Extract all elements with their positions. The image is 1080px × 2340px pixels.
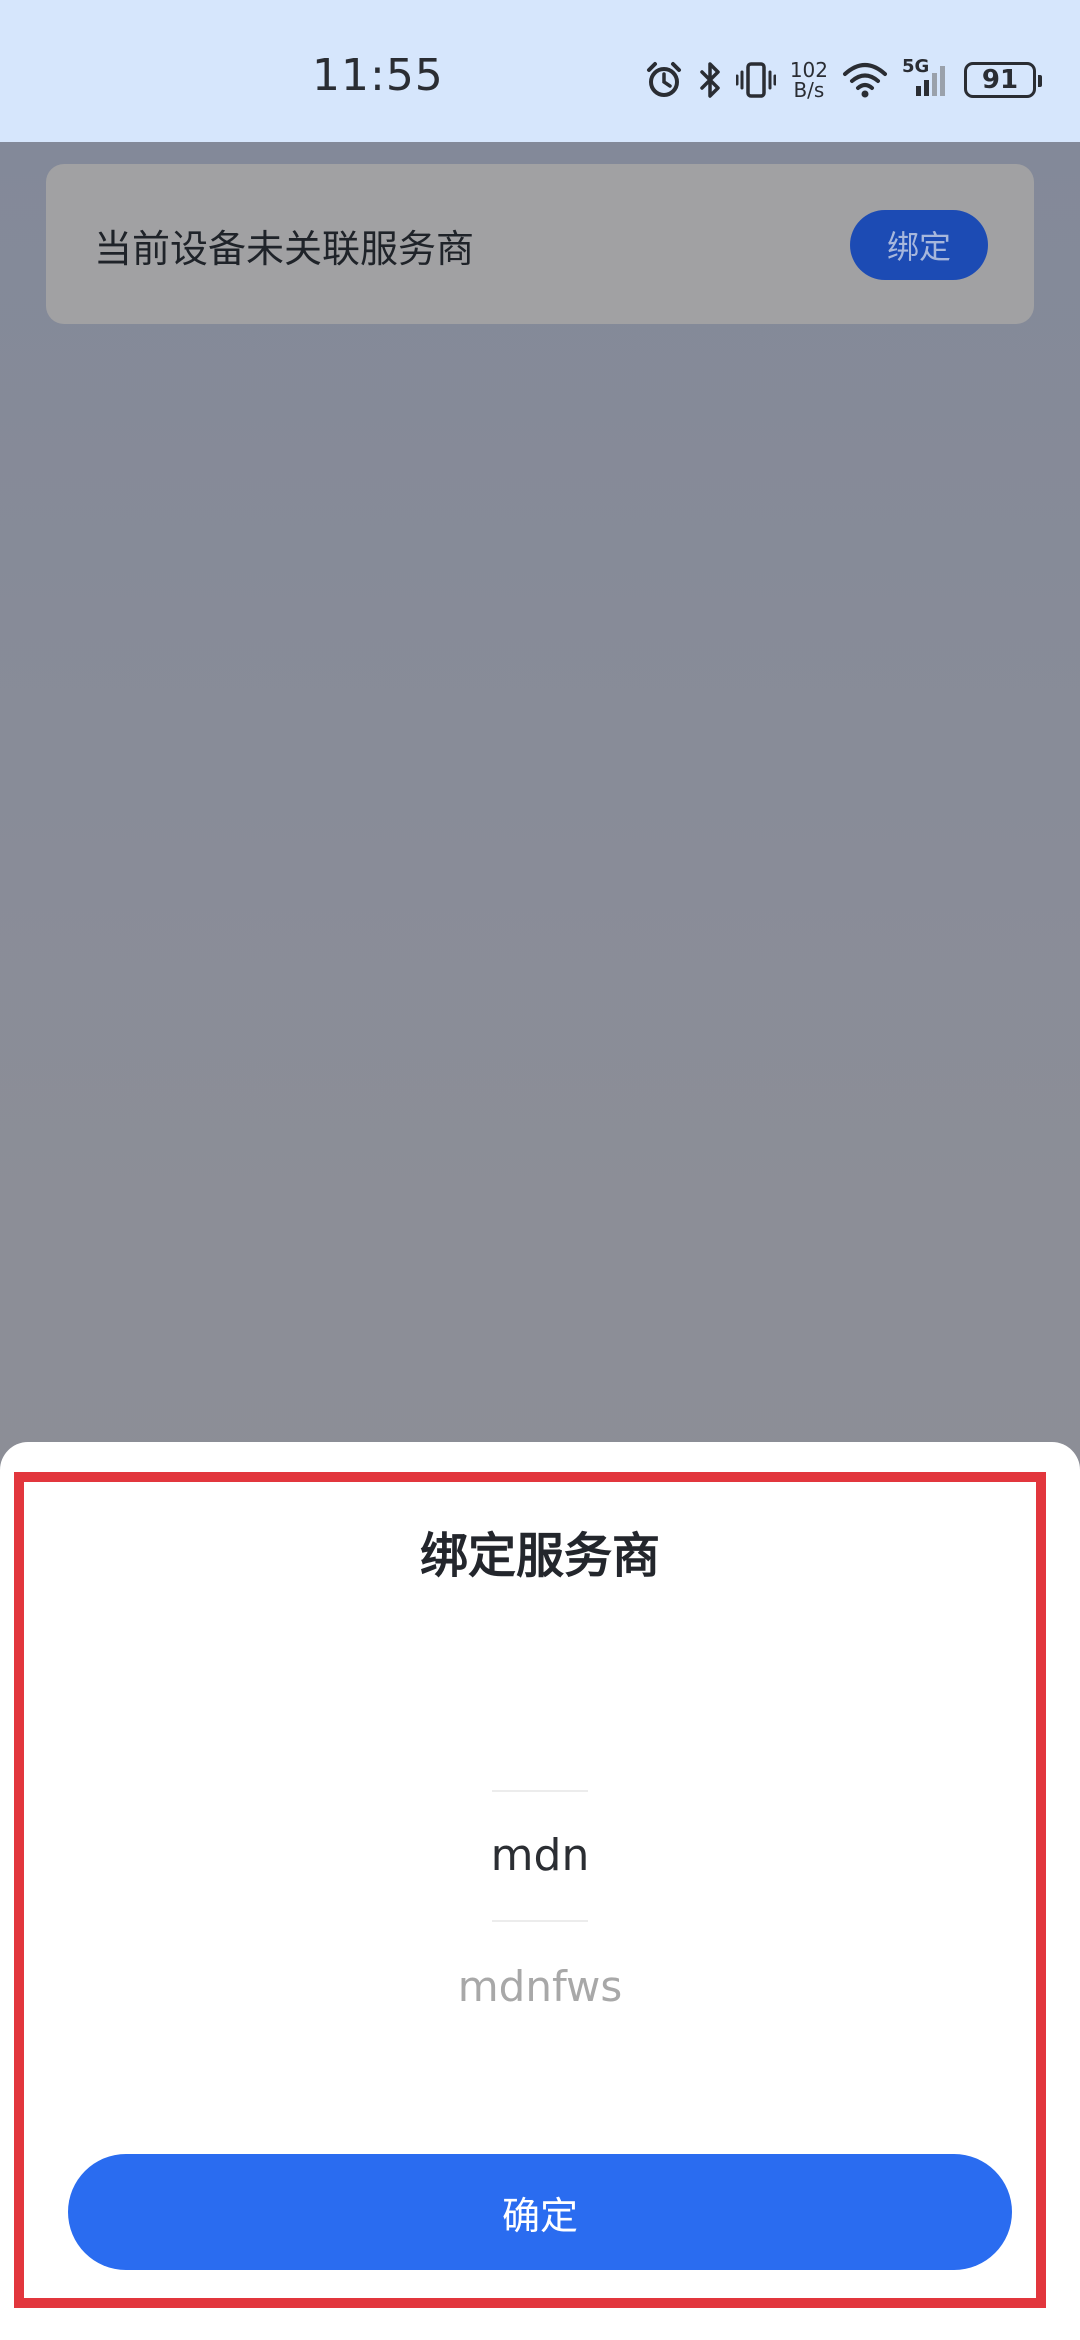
network-speed-value: 102 xyxy=(789,58,828,82)
vibrate-icon xyxy=(735,60,776,100)
network-speed: 102 B/s xyxy=(790,60,828,100)
bluetooth-icon xyxy=(698,60,722,100)
status-time: 11:55 xyxy=(312,50,444,101)
battery-icon: 91 xyxy=(964,62,1042,98)
network-speed-unit: B/s xyxy=(793,78,825,102)
status-icons: 102 B/s 5G 91 xyxy=(644,56,1042,104)
bind-provider-sheet: 绑定服务商 mdn mdnfws 确定 xyxy=(0,1442,1080,2340)
sheet-title: 绑定服务商 xyxy=(419,1528,660,1584)
device-unlinked-message: 当前设备未关联服务商 xyxy=(94,227,475,271)
device-binding-card: 当前设备未关联服务商 绑定 xyxy=(46,164,1034,324)
picker-bottom-divider xyxy=(492,1920,588,1922)
confirm-button[interactable]: 确定 xyxy=(68,2154,1012,2270)
status-bar: 11:55 102 B/s 5G 91 xyxy=(0,0,1080,142)
wifi-icon xyxy=(842,62,888,98)
alarm-icon xyxy=(644,60,684,100)
bind-button[interactable]: 绑定 xyxy=(850,210,988,280)
picker-option-selected[interactable]: mdn xyxy=(340,1830,740,1881)
cellular-signal-icon: 5G xyxy=(902,56,950,100)
picker-option[interactable]: mdnfws xyxy=(340,1962,740,2011)
provider-picker[interactable]: mdn mdnfws xyxy=(340,1782,740,2112)
picker-top-divider xyxy=(492,1790,588,1792)
